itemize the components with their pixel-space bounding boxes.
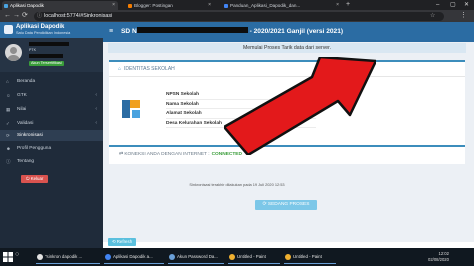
- windows-start-icon[interactable]: [3, 252, 13, 262]
- taskbar-item-password[interactable]: Akun Password Da...: [168, 250, 224, 264]
- system-clock[interactable]: 12:02 02/08/2020: [428, 251, 449, 263]
- sidebar-item-sinkronisasi[interactable]: ⟳ Sinkronisasi: [0, 130, 103, 141]
- chart-icon: ▦: [6, 107, 11, 112]
- avatar: [5, 44, 22, 61]
- sidebar: Aplikasi Dapodik Satu Data Pendidikan In…: [0, 22, 103, 248]
- sync-notice-banner: Memulai Proses Tarik data dari server.: [108, 43, 466, 53]
- refresh-label: Refresh: [116, 239, 133, 244]
- taskbar-item-dapodik[interactable]: Aplikasi Dapodik a...: [104, 250, 164, 264]
- logout-label: Keluar: [30, 176, 44, 181]
- chevron-left-icon: ‹: [95, 106, 97, 112]
- forward-icon[interactable]: →: [13, 10, 20, 22]
- page-header: ≡ SD N - 2020/2021 Ganjil (versi 2021): [103, 22, 474, 42]
- new-tab-icon[interactable]: +: [346, 0, 350, 10]
- chevron-left-icon: ‹: [95, 92, 97, 98]
- app-title: Aplikasi Dapodik: [16, 24, 65, 30]
- app-brand[interactable]: Aplikasi Dapodik Satu Data Pendidikan In…: [0, 22, 103, 38]
- page-title: SD N - 2020/2021 Ganjil (versi 2021): [121, 27, 344, 35]
- sync-process-button[interactable]: ⟳ SEDANG PROSES: [255, 200, 317, 210]
- url-text: localhost:5774/#Sinkronisasi: [44, 12, 113, 19]
- redacted-school-name: [136, 27, 248, 34]
- sidebar-item-gtk[interactable]: ☺ GTK ‹: [0, 90, 103, 101]
- close-tab-icon[interactable]: ×: [208, 1, 211, 10]
- user-panel: PTK Akun Tersertifikasi: [0, 38, 103, 72]
- dapodik-favicon-icon: [4, 3, 8, 8]
- taskbar-item-search-result[interactable]: "sinkron dapodik ...: [36, 250, 100, 264]
- back-icon[interactable]: ←: [4, 10, 11, 22]
- user-role: PTK: [29, 48, 36, 52]
- app-icon: [37, 254, 43, 260]
- user-icon: ☻: [6, 146, 11, 151]
- taskbar: ○ "sinkron dapodik ... Aplikasi Dapodik …: [0, 248, 474, 266]
- sidebar-item-validasi[interactable]: ✓ Validasi ‹: [0, 118, 103, 129]
- address-bar[interactable]: ⓘ localhost:5774/#Sinkronisasi: [34, 11, 444, 21]
- hamburger-menu-icon[interactable]: ≡: [109, 27, 113, 37]
- redacted-user-name: [29, 42, 69, 46]
- doc-favicon-icon: [224, 3, 228, 8]
- taskbar-item-paint-2[interactable]: Untitled - Paint: [284, 250, 336, 264]
- sidebar-item-label: Validasi: [17, 121, 34, 126]
- user-status-badge: Akun Tersertifikasi: [29, 61, 64, 66]
- sidebar-item-label: Beranda: [17, 79, 36, 84]
- minimize-icon[interactable]: –: [436, 0, 439, 10]
- sidebar-item-label: Sinkronisasi: [17, 133, 43, 138]
- tab-label: Blogger: Postingan: [134, 3, 173, 8]
- paint-icon: [285, 254, 291, 260]
- home-icon: ⌂: [6, 79, 9, 84]
- sidebar-item-nilai[interactable]: ▦ Nilai ‹: [0, 104, 103, 115]
- sidebar-item-label: Profil Pengguna: [17, 146, 52, 151]
- chrome-icon: [105, 254, 111, 260]
- close-tab-icon[interactable]: ×: [336, 1, 339, 10]
- browser-tab-dapodik[interactable]: Aplikasi Dapodik ×: [2, 1, 118, 10]
- clock-date: 02/08/2020: [428, 257, 449, 262]
- close-tab-icon[interactable]: ×: [112, 1, 115, 10]
- home-icon: ⌂: [118, 66, 122, 72]
- dapodik-logo-icon: [122, 100, 140, 118]
- sync-icon: ⟳: [6, 133, 10, 138]
- sidebar-item-beranda[interactable]: ⌂ Beranda: [0, 76, 103, 87]
- sidebar-item-label: Nilai: [17, 107, 27, 112]
- browser-tab-blogger[interactable]: Blogger: Postingan ×: [126, 1, 214, 10]
- tab-label: Panduan_Aplikasi_Dapodik_dan...: [230, 3, 301, 8]
- maximize-icon[interactable]: ▢: [450, 0, 456, 10]
- browser-toolbar: ← → ⟳ ⓘ localhost:5774/#Sinkronisasi ☆ ⋮: [0, 10, 474, 22]
- paint-icon: [229, 254, 235, 260]
- bookmark-star-icon[interactable]: ☆: [430, 10, 435, 22]
- reload-icon[interactable]: ⟳: [22, 10, 28, 22]
- close-window-icon[interactable]: ✕: [464, 0, 469, 10]
- sidebar-item-label: GTK: [17, 93, 27, 98]
- app-subtitle: Satu Data Pendidikan Indonesia: [16, 31, 71, 35]
- refresh-button[interactable]: ⟲ Refresh: [108, 238, 136, 246]
- sidebar-item-label: Tentang: [17, 159, 35, 164]
- users-icon: ☺: [6, 93, 11, 98]
- info-icon: ⓘ: [37, 12, 43, 19]
- sync-process-label: SEDANG PROSES: [267, 202, 310, 207]
- sidebar-item-profil-pengguna[interactable]: ☻ Profil Pengguna: [0, 143, 103, 154]
- info-icon: ⓘ: [6, 159, 11, 164]
- taskbar-item-paint-1[interactable]: Untitled - Paint: [228, 250, 280, 264]
- connection-label: KONEKSI ANDA DENGAN INTERNET :: [124, 152, 210, 157]
- browser-tab-strip: Aplikasi Dapodik × Blogger: Postingan × …: [0, 0, 474, 10]
- browser-tab-panduan[interactable]: Panduan_Aplikasi_Dapodik_dan... ×: [222, 1, 342, 10]
- search-icon[interactable]: ○: [15, 251, 19, 258]
- last-sync-text: Sinkronisasi terakhir dilakukan pada 19 …: [189, 182, 285, 187]
- tab-label: Aplikasi Dapodik: [10, 3, 44, 8]
- dapodik-logo-icon: [4, 25, 13, 34]
- redacted-user-account: [29, 54, 63, 58]
- check-icon: ✓: [6, 121, 10, 126]
- red-arrow-annotation: [224, 57, 376, 155]
- sidebar-item-tentang[interactable]: ⓘ Tentang: [0, 156, 103, 167]
- card-title: IDENTITAS SEKOLAH: [124, 66, 175, 72]
- chevron-left-icon: ‹: [95, 120, 97, 126]
- browser-menu-icon[interactable]: ⋮: [460, 10, 467, 22]
- blogger-favicon-icon: [128, 3, 132, 8]
- app-icon: [169, 254, 175, 260]
